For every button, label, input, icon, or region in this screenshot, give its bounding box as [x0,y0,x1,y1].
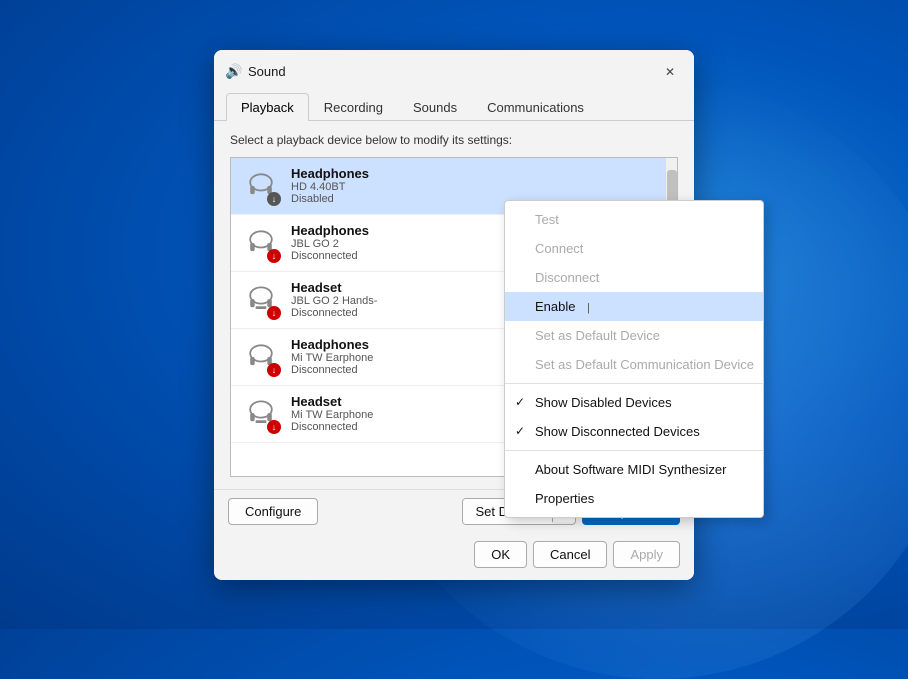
window-icon: 🔊 [226,64,242,80]
bottom-bar: OK Cancel Apply [214,533,694,580]
tabs-bar: Playback Recording Sounds Communications [214,92,694,121]
title-bar: 🔊 Sound ✕ [214,50,694,92]
tab-sounds[interactable]: Sounds [398,93,472,121]
tab-recording[interactable]: Recording [309,93,398,121]
cancel-button[interactable]: Cancel [533,541,607,568]
show-disconnected-label: Show Disconnected Devices [535,424,700,439]
device-name-0: Headphones [291,166,667,181]
device-icon-0: ↓ [241,166,281,206]
sound-dialog: 🔊 Sound ✕ Playback Recording Sounds Comm… [214,50,694,580]
status-badge-disconnected: ↓ [267,363,281,377]
device-icon-2: ↓ [241,280,281,320]
ctx-item-disconnect[interactable]: Disconnect [505,263,763,292]
window-title: Sound [248,64,658,79]
ctx-item-enable[interactable]: Enable | [505,292,763,321]
tab-playback[interactable]: Playback [226,93,309,121]
status-badge-disconnected: ↓ [267,420,281,434]
ctx-separator-2 [505,450,763,451]
ctx-item-properties[interactable]: Properties [505,484,763,513]
status-badge-disconnected: ↓ [267,249,281,263]
ctx-item-about-midi[interactable]: About Software MIDI Synthesizer [505,455,763,484]
ctx-item-set-default-comm[interactable]: Set as Default Communication Device [505,350,763,379]
cursor-indicator: | [587,302,590,314]
status-badge-disconnected: ↓ [267,306,281,320]
context-menu: Test Connect Disconnect Enable | Set as … [504,200,764,518]
tab-communications[interactable]: Communications [472,93,599,121]
footer-left: Configure [228,498,456,525]
instruction-text: Select a playback device below to modify… [230,133,678,147]
show-disabled-label: Show Disabled Devices [535,395,672,410]
check-show-disconnected: ✓ [515,424,525,438]
ctx-item-show-disabled[interactable]: ✓ Show Disabled Devices [505,388,763,417]
device-icon-4: ↓ [241,394,281,434]
ctx-separator-1 [505,383,763,384]
device-icon-1: ↓ [241,223,281,263]
status-badge-disabled: ↓ [267,192,281,206]
ctx-item-connect[interactable]: Connect [505,234,763,263]
ctx-item-set-default[interactable]: Set as Default Device [505,321,763,350]
ctx-item-test[interactable]: Test [505,205,763,234]
check-show-disabled: ✓ [515,395,525,409]
close-button[interactable]: ✕ [658,60,682,84]
ctx-item-show-disconnected[interactable]: ✓ Show Disconnected Devices [505,417,763,446]
configure-button[interactable]: Configure [228,498,318,525]
ok-button[interactable]: OK [474,541,527,568]
device-icon-3: ↓ [241,337,281,377]
device-model-0: HD 4.40BT [291,181,667,193]
enable-label: Enable [535,299,575,314]
apply-button[interactable]: Apply [613,541,680,568]
